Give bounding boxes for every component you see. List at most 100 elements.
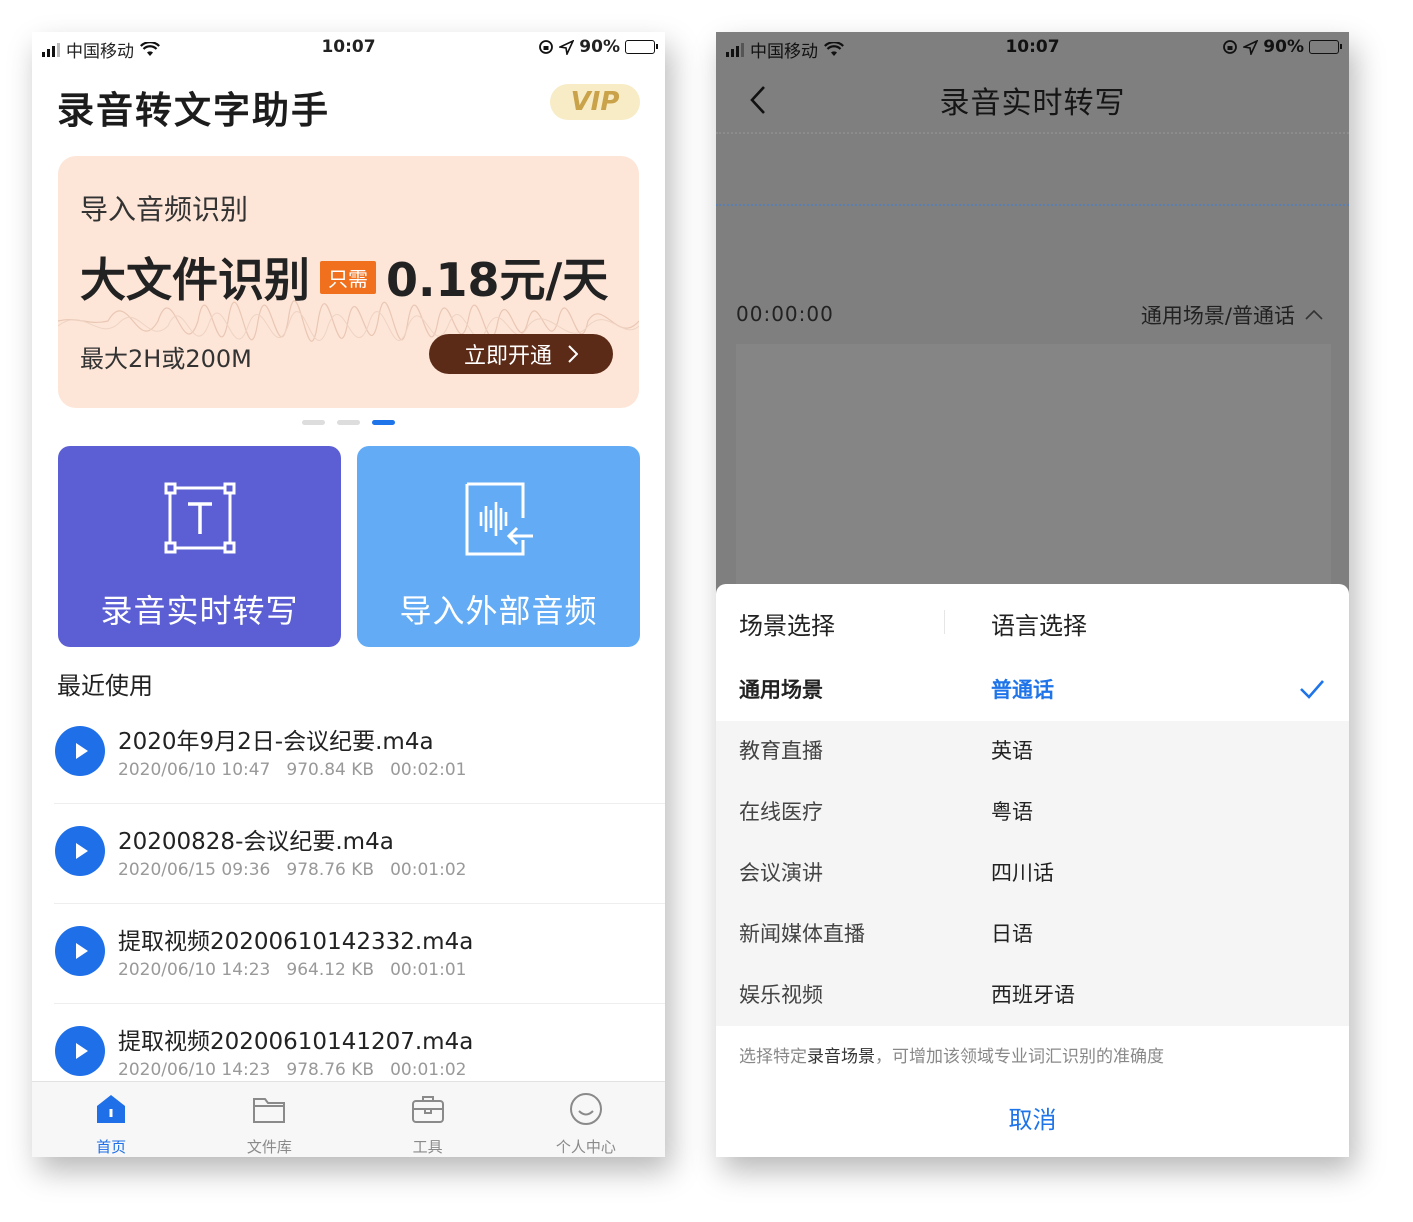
recent-file-list: 2020年9月2日-会议纪要.m4a 2020/06/10 10:47 970.…: [32, 704, 665, 1104]
carousel-dot[interactable]: [337, 420, 360, 425]
file-meta: 2020/06/15 09:36 978.76 KB 00:01:02: [118, 860, 466, 880]
file-row[interactable]: 提取视频20200610142332.m4a 2020/06/10 14:23 …: [54, 904, 665, 1004]
scene-selector[interactable]: 通用场景/普通话: [1141, 300, 1323, 330]
file-size: 978.76 KB: [286, 1060, 375, 1080]
language-list: 普通话 英语 粤语 四川话 日语 西班牙语: [945, 660, 1349, 1026]
file-row[interactable]: 2020年9月2日-会议纪要.m4a 2020/06/10 10:47 970.…: [54, 704, 665, 804]
file-size: 970.84 KB: [286, 760, 375, 780]
tab-profile[interactable]: 个人中心: [507, 1082, 665, 1157]
scene-option[interactable]: 会议演讲: [716, 843, 945, 904]
file-duration: 00:02:01: [390, 760, 467, 780]
file-duration: 00:01:01: [390, 960, 467, 980]
activate-button[interactable]: 立即开通: [429, 334, 613, 374]
promo-banner[interactable]: 导入音频识别 大文件识别 只需 0.18元/天 最大2H或200M 立即开通: [58, 156, 639, 408]
chevron-up-icon: [1305, 310, 1323, 320]
realtime-transcribe-label: 录音实时转写: [100, 592, 299, 630]
battery-percent: 90%: [1263, 37, 1304, 57]
import-audio-label: 导入外部音频: [399, 592, 598, 630]
file-duration: 00:01:02: [390, 860, 467, 880]
language-option[interactable]: 粤语: [945, 782, 1349, 843]
language-option[interactable]: 日语: [945, 904, 1349, 965]
location-icon: [559, 39, 575, 55]
play-icon[interactable]: [55, 926, 105, 976]
tab-home[interactable]: 首页: [32, 1082, 190, 1157]
smile-icon: [569, 1093, 602, 1125]
scene-option[interactable]: 娱乐视频: [716, 965, 945, 1026]
import-audio-card[interactable]: 导入外部音频: [357, 446, 640, 647]
hint-emphasis: 录音场景: [807, 1047, 875, 1067]
play-icon[interactable]: [55, 726, 105, 776]
tab-home-label: 首页: [96, 1138, 127, 1156]
hint-prefix: 选择特定: [739, 1047, 807, 1067]
folder-icon: [253, 1098, 286, 1123]
scene-option-selected[interactable]: 通用场景: [716, 660, 945, 721]
status-bar: 中国移动 10:07 90%: [32, 32, 665, 62]
home-icon: [97, 1095, 126, 1123]
battery-percent: 90%: [579, 37, 620, 57]
file-date: 2020/06/15 09:36: [118, 860, 271, 880]
recording-info-bar: 00:00:00 通用场景/普通话: [716, 282, 1349, 344]
file-date: 2020/06/10 10:47: [118, 760, 271, 780]
file-meta: 2020/06/10 14:23 978.76 KB 00:01:02: [118, 1060, 466, 1080]
header-divider: [944, 610, 945, 634]
status-bar: 中国移动 10:07 90%: [716, 32, 1349, 62]
toolbox-icon: [411, 1096, 444, 1123]
battery-icon: [1309, 40, 1342, 54]
play-icon[interactable]: [55, 826, 105, 876]
audio-import-icon: [465, 482, 533, 556]
transcribe-screen: 中国移动 10:07 90% 录音实时转写 00:00:00 通用场景/普通话 …: [716, 32, 1349, 1157]
vip-badge[interactable]: VIP: [550, 84, 640, 120]
orientation-lock-icon: [539, 40, 554, 54]
file-name: 提取视频20200610142332.m4a: [118, 929, 474, 955]
location-icon: [1243, 39, 1259, 55]
transcript-area: [736, 344, 1331, 604]
file-size: 964.12 KB: [286, 960, 375, 980]
language-option[interactable]: 四川话: [945, 843, 1349, 904]
banner-tag: 只需: [320, 260, 376, 294]
recent-section-title: 最近使用: [57, 672, 153, 700]
chevron-right-icon: [568, 345, 578, 363]
scene-option[interactable]: 在线医疗: [716, 782, 945, 843]
waveform-baseline: [716, 132, 1349, 134]
scene-option[interactable]: 新闻媒体直播: [716, 904, 945, 965]
sheet-header: 场景选择 语言选择: [716, 584, 1349, 660]
page-title: 录音实时转写: [939, 86, 1126, 121]
recording-timer: 00:00:00: [736, 302, 834, 326]
language-option-selected[interactable]: 普通话: [945, 660, 1349, 721]
play-icon[interactable]: [55, 1026, 105, 1076]
file-name: 2020年9月2日-会议纪要.m4a: [118, 729, 434, 755]
scene-hint: 选择特定录音场景，可增加该领域专业词汇识别的准确度: [739, 1042, 1164, 1067]
banner-subtitle: 导入音频识别: [80, 193, 249, 226]
scene-summary: 通用场景/普通话: [1140, 304, 1295, 328]
file-meta: 2020/06/10 14:23 964.12 KB 00:01:01: [118, 960, 466, 980]
realtime-transcribe-card[interactable]: 录音实时转写: [58, 446, 341, 647]
tab-files-label: 文件库: [246, 1138, 292, 1156]
cancel-button[interactable]: 取消: [716, 1100, 1349, 1135]
language-option-label: 普通话: [991, 678, 1054, 702]
carousel-dot[interactable]: [302, 420, 325, 425]
scene-language-sheet: 场景选择 语言选择 通用场景 教育直播 在线医疗 会议演讲 新闻媒体直播 娱乐视…: [716, 584, 1349, 1157]
tab-files[interactable]: 文件库: [190, 1082, 348, 1157]
scene-option[interactable]: 教育直播: [716, 721, 945, 782]
check-icon: [1300, 680, 1324, 699]
file-duration: 00:01:02: [390, 1060, 467, 1080]
file-row[interactable]: 20200828-会议纪要.m4a 2020/06/15 09:36 978.7…: [54, 804, 665, 904]
file-meta: 2020/06/10 10:47 970.84 KB 00:02:01: [118, 760, 466, 780]
app-title: 录音转文字助手: [57, 89, 330, 132]
scene-list: 通用场景 教育直播 在线医疗 会议演讲 新闻媒体直播 娱乐视频: [716, 660, 945, 1026]
bottom-tab-bar: 首页 文件库 工具 个人中心: [32, 1081, 665, 1157]
carousel-indicator: [32, 420, 665, 425]
banner-note: 最大2H或200M: [80, 345, 252, 373]
hint-suffix: ，可增加该领域专业词汇识别的准确度: [875, 1047, 1164, 1067]
file-date: 2020/06/10 14:23: [118, 1060, 271, 1080]
home-screen: 中国移动 10:07 90% 录音转文字助手 VIP 导入音频识别 大文件识别 …: [32, 32, 665, 1157]
tab-profile-label: 个人中心: [555, 1138, 616, 1156]
language-option[interactable]: 西班牙语: [945, 965, 1349, 1026]
waveform-center-line: [716, 204, 1349, 206]
tab-tools[interactable]: 工具: [349, 1082, 507, 1157]
language-option[interactable]: 英语: [945, 721, 1349, 782]
carousel-dot-active[interactable]: [372, 420, 395, 425]
banner-headline: 大文件识别: [80, 253, 310, 307]
file-date: 2020/06/10 14:23: [118, 960, 271, 980]
file-size: 978.76 KB: [286, 860, 375, 880]
